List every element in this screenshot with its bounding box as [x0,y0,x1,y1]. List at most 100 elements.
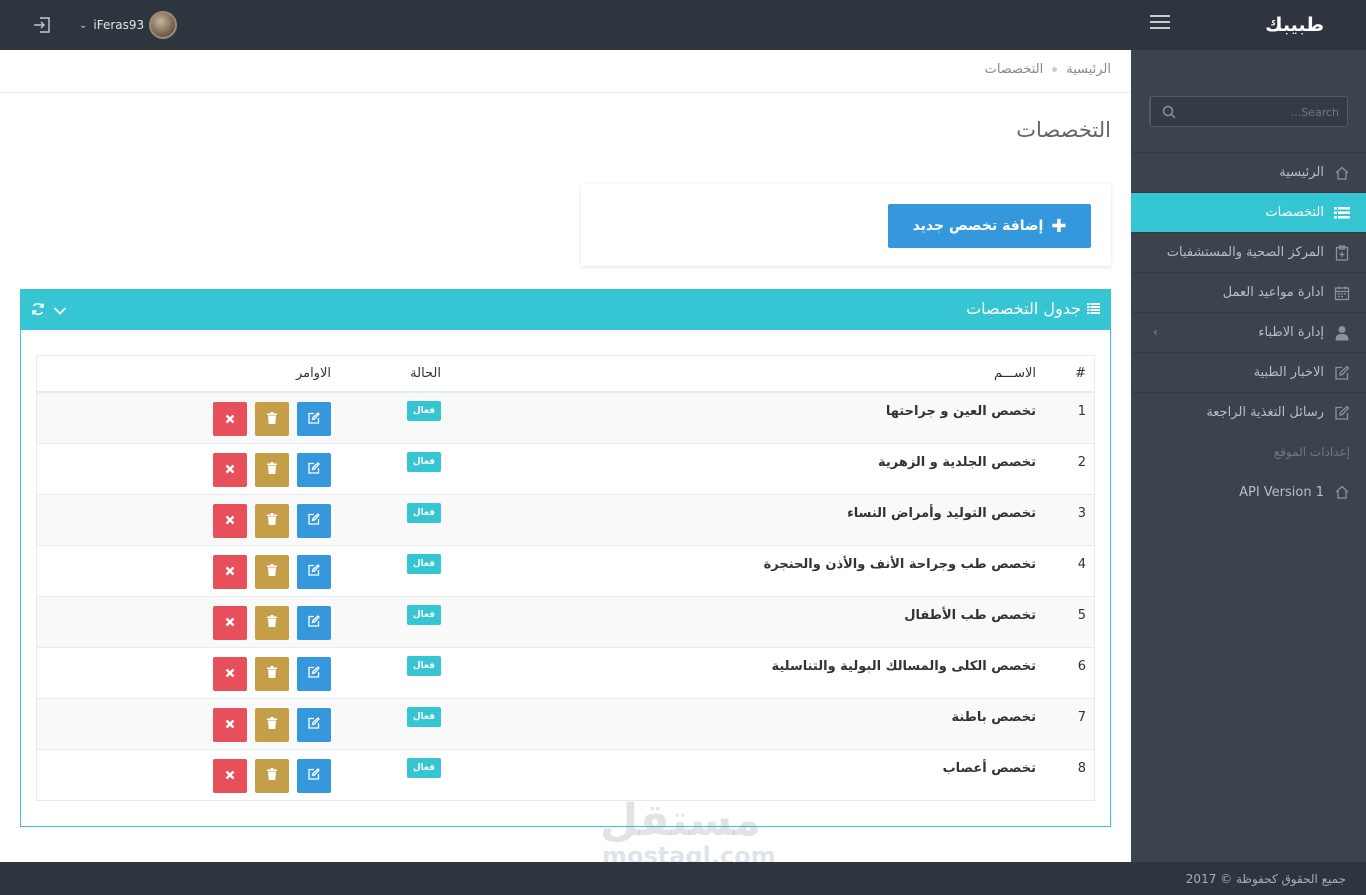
delete-button[interactable] [255,554,289,589]
brand-area: طبيبك [1131,0,1366,50]
close-icon [225,462,235,477]
sidebar-item-doctors[interactable]: إدارة الاطباء ‹ [1131,312,1366,352]
sidebar-item-hospitals[interactable]: المركز الصحية والمستشفيات [1131,232,1366,272]
trash-icon [267,615,277,630]
delete-button[interactable] [255,452,289,487]
delete-button[interactable] [255,707,289,742]
chevron-down-icon: ⌄ [79,19,88,31]
sidebar-item-label: التخصصات [1265,205,1324,220]
sidebar-item-label: الاخبار الطبية [1253,365,1324,380]
deactivate-button[interactable] [213,656,247,691]
column-header-status: الحالة [339,356,449,393]
edit-button[interactable] [297,503,331,538]
collapse-icon[interactable] [53,301,67,320]
table-header-row: # الاســـم الحالة الاوامر [37,356,1094,393]
top-bar: ⌄ iFeras93 طبيبك [0,0,1366,50]
refresh-icon[interactable] [31,301,45,320]
breadcrumb: الرئيسية التخصصات [985,62,1111,77]
specialties-table: # الاســـم الحالة الاوامر 1 تخصص العين و … [37,356,1094,800]
edit-icon [308,411,320,427]
edit-icon [308,768,320,783]
row-actions [37,646,339,698]
edit-icon [308,666,320,681]
row-name: تخصص أعصاب [449,748,1044,800]
sidebar-item-label: الرئيسية [1279,165,1324,180]
trash-icon [267,564,277,579]
clipboard-icon [1334,244,1350,261]
logout-icon[interactable] [32,15,52,35]
sidebar-item-schedules[interactable]: ادارة مواعيد العمل [1131,272,1366,312]
edit-button[interactable] [297,707,331,742]
portlet-title-text: جدول التخصصات [966,299,1081,318]
delete-button[interactable] [255,605,289,640]
footer-copyright: 2017 © جميع الحقوق كحفوظة [1185,872,1346,886]
row-number: 1 [1044,391,1094,443]
edit-button[interactable] [297,402,331,436]
deactivate-button[interactable] [213,605,247,640]
menu-toggle-icon[interactable] [1150,15,1170,31]
main-content: الرئيسية التخصصات التخصصات ✚ إضافة تخصص … [0,50,1131,868]
delete-button[interactable] [255,656,289,691]
row-name: تخصص طب الأطفال [449,595,1044,647]
row-number: 6 [1044,646,1094,698]
deactivate-button[interactable] [213,402,247,436]
status-badge: فعال [406,401,441,421]
delete-button[interactable] [255,758,289,793]
row-name: تخصص العين و جراحتها [449,391,1044,443]
trash-icon [267,462,277,477]
row-actions [37,697,339,749]
sidebar-item-specialties[interactable]: التخصصات [1131,192,1366,232]
sidebar-item-api[interactable]: API Version 1 [1131,472,1366,512]
watermark-logo-text: مستقل [600,795,761,846]
portlet-title: جدول التخصصات [966,299,1100,318]
status-badge: فعال [406,604,441,625]
sidebar-item-feedback[interactable]: رسائل التغذية الراجعة [1131,392,1366,432]
row-status-cell: فعال [339,544,449,596]
sidebar-item-home[interactable]: الرئيسية [1131,152,1366,192]
edit-button[interactable] [297,656,331,691]
brand-logo[interactable]: طبيبك [1265,14,1324,36]
add-specialty-button[interactable]: ✚ إضافة تخصص جديد [888,204,1091,248]
row-actions [37,544,339,596]
deactivate-button[interactable] [213,758,247,793]
sidebar-item-news[interactable]: الاخبار الطبية [1131,352,1366,392]
breadcrumb-home[interactable]: الرئيسية [1066,62,1111,77]
footer: 2017 © جميع الحقوق كحفوظة [0,862,1366,895]
sidebar-nav: الرئيسية التخصصات المركز الصحية والمستشف… [1131,152,1366,512]
edit-icon [308,615,320,630]
breadcrumb-separator [1052,67,1058,72]
table-body: 1 تخصص العين و جراحتها فعال 2 تخصص الجلدية و… [37,391,1094,800]
home-icon [1334,165,1350,181]
deactivate-button[interactable] [213,503,247,538]
sidebar-heading-label: إعدادات الموقع [1273,445,1350,459]
row-status-cell: فعال [339,748,449,800]
edit-icon [1334,405,1350,421]
search-input[interactable] [1189,103,1339,121]
row-number: 2 [1044,442,1094,494]
user-menu[interactable]: ⌄ iFeras93 [79,11,178,39]
divider [0,92,1131,93]
row-name: تخصص باطنة [449,697,1044,749]
edit-button[interactable] [297,452,331,487]
edit-button[interactable] [297,554,331,589]
edit-button[interactable] [297,758,331,793]
portlet-header: جدول التخصصات [21,290,1110,330]
delete-button[interactable] [255,402,289,436]
deactivate-button[interactable] [213,452,247,487]
edit-icon [308,513,320,528]
calendar-icon [1334,285,1350,301]
status-badge: فعال [406,706,441,727]
deactivate-button[interactable] [213,554,247,589]
page-title: التخصصات [1016,118,1111,142]
edit-icon [308,717,320,732]
sidebar-item-label: إدارة الاطباء [1258,325,1324,340]
delete-button[interactable] [255,503,289,538]
trash-icon [267,768,277,783]
deactivate-button[interactable] [213,707,247,742]
trash-icon [267,513,277,528]
column-header-number: # [1044,356,1094,393]
search-icon[interactable] [1150,97,1186,126]
row-actions [37,442,339,494]
row-status-cell: فعال [339,493,449,545]
edit-button[interactable] [297,605,331,640]
